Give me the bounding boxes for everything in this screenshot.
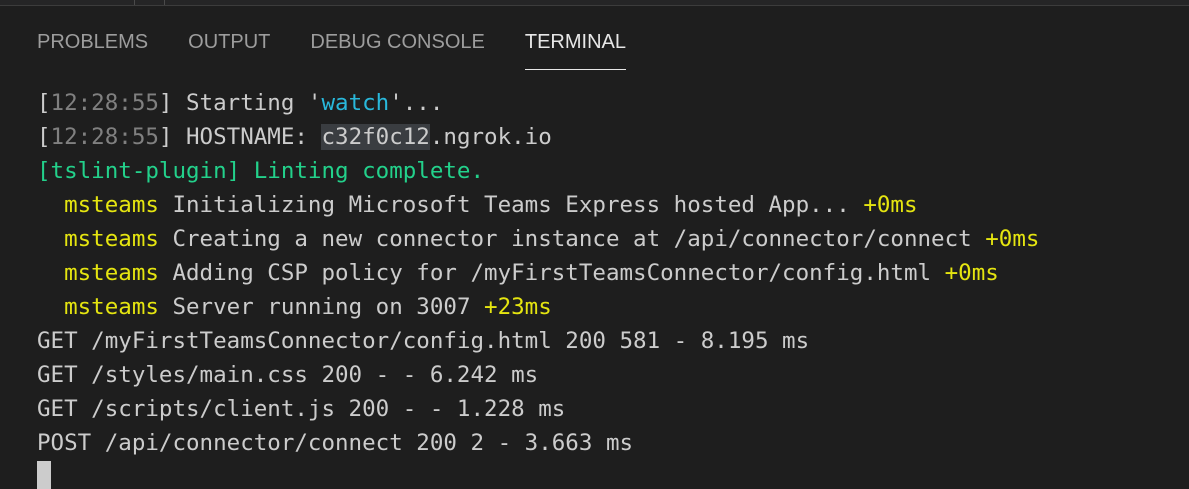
panel-tabs: PROBLEMS OUTPUT DEBUG CONSOLE TERMINAL — [37, 26, 666, 70]
editor-bottom-edge — [0, 0, 1189, 6]
log-namespace: msteams — [64, 192, 159, 218]
log-message: Initializing Microsoft Teams Express hos… — [172, 192, 850, 218]
terminal-panel: PROBLEMS OUTPUT DEBUG CONSOLE TERMINAL [… — [0, 0, 1189, 489]
line-text: '... — [389, 90, 444, 116]
request-line: GET /scripts/client.js 200 - - 1.228 ms — [37, 396, 566, 422]
log-namespace: msteams — [64, 260, 159, 286]
lint-line: [tslint-plugin] Linting complete. — [37, 158, 485, 184]
editor-group-separator — [134, 0, 135, 5]
log-line: msteams Creating a new connector instanc… — [37, 222, 1177, 256]
log-message: Adding CSP policy for /myFirstTeamsConne… — [172, 260, 932, 286]
bracket-open: [ — [37, 124, 51, 150]
timestamp: 12:28:55 — [50, 90, 159, 116]
line-text: .ngrok.io — [429, 124, 552, 150]
selected-text[interactable]: c32f0c12 — [321, 124, 430, 150]
log-delta: +0ms — [985, 226, 1040, 252]
log-line: msteams Server running on 3007 +23ms — [37, 290, 1177, 324]
task-name: watch — [321, 90, 390, 116]
tab-terminal[interactable]: TERMINAL — [524, 26, 626, 70]
bracket-open: [ — [37, 90, 51, 116]
timestamp: 12:28:55 — [50, 124, 159, 150]
request-line: GET /styles/main.css 200 - - 6.242 ms — [37, 362, 539, 388]
log-namespace: msteams — [64, 294, 159, 320]
log-delta: +0ms — [863, 192, 918, 218]
terminal-line: [12:28:55] Starting 'watch'... — [37, 86, 1177, 120]
bracket-close: ] — [158, 124, 173, 150]
log-message: Creating a new connector instance at /ap… — [172, 226, 972, 252]
bracket-close: ] — [158, 90, 173, 116]
line-text: HOSTNAME: — [172, 124, 322, 150]
line-text: Starting ' — [172, 90, 322, 116]
tab-output[interactable]: OUTPUT — [188, 26, 270, 70]
log-namespace: msteams — [64, 226, 159, 252]
tab-problems[interactable]: PROBLEMS — [37, 26, 148, 70]
terminal-line: [12:28:55] HOSTNAME: c32f0c12.ngrok.io — [37, 120, 1177, 154]
terminal-output[interactable]: [12:28:55] Starting 'watch'... [12:28:55… — [37, 86, 1177, 460]
log-delta: +23ms — [484, 294, 552, 320]
request-line: GET /myFirstTeamsConnector/config.html 2… — [37, 328, 810, 354]
log-line: msteams Initializing Microsoft Teams Exp… — [37, 188, 1177, 222]
log-delta: +0ms — [944, 260, 999, 286]
request-line: POST /api/connector/connect 200 2 - 3.66… — [37, 430, 634, 456]
log-message: Server running on 3007 — [172, 294, 471, 320]
log-line: msteams Adding CSP policy for /myFirstTe… — [37, 256, 1177, 290]
terminal-cursor — [37, 461, 51, 489]
editor-group-separator — [164, 0, 165, 5]
tab-debug-console[interactable]: DEBUG CONSOLE — [310, 26, 484, 70]
